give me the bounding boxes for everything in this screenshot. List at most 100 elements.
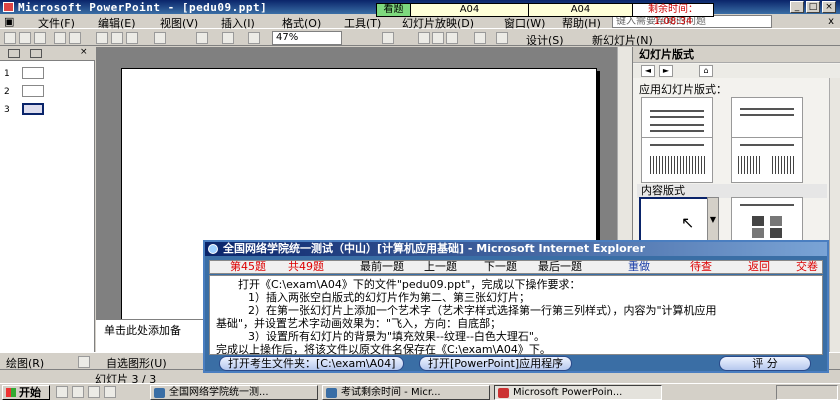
cut-icon[interactable]	[96, 32, 108, 44]
document-close-icon[interactable]: x	[828, 16, 834, 27]
maximize-button[interactable]: □	[806, 1, 820, 13]
panel-tabs: ×	[0, 47, 95, 61]
layout-blank-selected[interactable]: ↖	[639, 197, 711, 243]
menu-tools[interactable]: 工具(T)	[344, 15, 381, 31]
permission-icon[interactable]	[54, 32, 66, 44]
start-label: 开始	[19, 386, 41, 399]
window-controls: _ □ ×	[790, 1, 836, 13]
save-icon[interactable]	[34, 32, 46, 44]
windows-taskbar: 开始 全国网络学院统一测... 考试剩余时间 - Micr... Microso…	[0, 383, 840, 400]
menu-help[interactable]: 帮助(H)	[562, 15, 601, 31]
quicklaunch-icon[interactable]	[72, 386, 84, 398]
section-label-applied: 应用幻灯片版式：	[639, 83, 727, 96]
question-line: 2）在第一张幻灯片上添加一个艺术字（艺术字样式选择第一行第三列样式），内容为"计…	[248, 304, 717, 317]
task-pane-nav: ◄ ► ⌂	[633, 64, 840, 78]
home-icon[interactable]: ⌂	[699, 65, 713, 77]
insert-table-icon[interactable]	[222, 32, 234, 44]
slide-number: 3	[4, 105, 10, 115]
slides-tab[interactable]	[30, 49, 42, 58]
standard-toolbar: 47% 设计(S) 新幻灯片(N)	[0, 30, 840, 48]
undo-icon[interactable]	[154, 32, 166, 44]
question-text-area: 打开《C:\exam\A04》下的文件"pedu09.ppt"，完成以下操作要求…	[209, 275, 823, 356]
total-questions: 共49题	[288, 260, 324, 273]
columns-icon[interactable]	[248, 32, 260, 44]
section-label-content: 内容版式	[637, 184, 827, 198]
menu-window[interactable]: 窗口(W)	[504, 15, 545, 31]
italic-icon[interactable]	[432, 32, 444, 44]
layout-title-two-columns[interactable]	[731, 137, 803, 183]
mouse-cursor-icon: ↖	[681, 213, 695, 232]
zoom-select[interactable]: 47%	[272, 31, 342, 45]
new-slide-button[interactable]: 新幻灯片(N)	[592, 32, 653, 48]
font-size-icon[interactable]	[496, 32, 508, 44]
paste-icon[interactable]	[126, 32, 138, 44]
new-icon[interactable]	[4, 32, 16, 44]
start-button[interactable]: 开始	[2, 385, 50, 400]
next-question-button[interactable]: 下一题	[484, 261, 517, 273]
task-label: 考试剩余时间 - Micr...	[341, 387, 441, 398]
bold-icon[interactable]	[418, 32, 430, 44]
taskbar-item-exam[interactable]: 全国网络学院统一测...	[150, 385, 318, 400]
last-question-button[interactable]: 最后一题	[538, 261, 582, 273]
back-icon[interactable]: ◄	[641, 65, 655, 77]
menu-format[interactable]: 格式(O)	[282, 15, 321, 31]
select-pointer-icon[interactable]	[78, 356, 90, 368]
forward-icon[interactable]: ►	[659, 65, 673, 77]
open-powerpoint-button[interactable]: 打开[PowerPoint]应用程序	[419, 356, 573, 371]
slide-thumb-image	[22, 103, 44, 115]
open-exam-folder-button[interactable]: 打开考生文件夹：[C:\exam\A04]	[219, 356, 405, 371]
submit-button[interactable]: 交卷	[796, 261, 818, 273]
slide-number: 2	[4, 87, 10, 97]
menu-file[interactable]: 文件(F)	[38, 15, 75, 31]
task-label: 全国网络学院统一测...	[169, 387, 269, 398]
open-icon[interactable]	[19, 32, 31, 44]
question-line: 基础"，并设置艺术字动画效果为："飞入，方向：自底部；	[216, 317, 502, 330]
task-pane-scrollbar[interactable]	[829, 78, 840, 352]
slide-number: 1	[4, 69, 10, 79]
notes-placeholder: 单击此处添加备	[104, 324, 181, 337]
exam-window-titlebar: 全国网络学院统一测试（中山）[计算机应用基础] - Microsoft Inte…	[205, 242, 827, 256]
menu-edit[interactable]: 编辑(E)	[98, 15, 136, 31]
taskbar-item-timer[interactable]: 考试剩余时间 - Micr...	[322, 385, 490, 400]
menu-slideshow[interactable]: 幻灯片放映(D)	[402, 15, 474, 31]
layout-dropdown-icon[interactable]: ▼	[707, 197, 719, 243]
taskbar-item-powerpoint[interactable]: Microsoft PowerPoin...	[494, 385, 662, 400]
copy-icon[interactable]	[111, 32, 123, 44]
menu-view[interactable]: 视图(V)	[160, 15, 198, 31]
prev-question-button[interactable]: 上一题	[424, 261, 457, 273]
exam-timer-strip: 看题 A04 A04 剩余时间：1:08:34	[376, 3, 714, 27]
minimize-button[interactable]: _	[790, 1, 804, 13]
first-question-button[interactable]: 最前一题	[360, 261, 404, 273]
grade-button[interactable]: 评 分	[719, 356, 811, 371]
quicklaunch-icon[interactable]	[104, 386, 116, 398]
return-button[interactable]: 返回	[748, 261, 770, 273]
question-line: 1）插入两张空白版式的幻灯片作为第二、第三张幻灯片；	[248, 291, 530, 304]
redo-button[interactable]: 重做	[628, 261, 650, 273]
exam-browser-window: 全国网络学院统一测试（中山）[计算机应用基础] - Microsoft Inte…	[203, 240, 829, 373]
close-button[interactable]: ×	[822, 1, 836, 13]
view-question-tab[interactable]: 看题	[377, 4, 411, 16]
ie-icon	[208, 244, 218, 254]
layout-title-text[interactable]	[641, 137, 713, 183]
review-button[interactable]: 待查	[690, 261, 712, 273]
remaining-time: 剩余时间：1:08:34	[633, 4, 713, 27]
question-navigation-bar: 第45题 共49题 最前一题 上一题 下一题 最后一题 重做 待查 返回 交卷	[209, 260, 823, 274]
insert-chart-icon[interactable]	[196, 32, 208, 44]
quicklaunch-icon[interactable]	[56, 386, 68, 398]
design-button[interactable]: 设计(S)	[526, 32, 564, 48]
task-pane-title: 幻灯片版式	[633, 47, 840, 63]
outline-tab[interactable]	[8, 49, 20, 58]
print-icon[interactable]	[69, 32, 81, 44]
align-icon[interactable]	[474, 32, 486, 44]
question-line: 完成以上操作后，将该文件以原文件名保存在《C:\exam\A04》下。	[216, 343, 551, 356]
question-line: 3）设置所有幻灯片的背景为"填充效果--纹理--白色大理石"。	[248, 330, 545, 343]
current-question: 第45题	[230, 260, 266, 273]
menu-insert[interactable]: 插入(I)	[221, 15, 255, 31]
exam-window-title: 全国网络学院统一测试（中山）[计算机应用基础] - Microsoft Inte…	[223, 242, 646, 255]
panel-close-icon[interactable]: ×	[80, 47, 92, 57]
underline-icon[interactable]	[446, 32, 458, 44]
help-icon[interactable]	[382, 32, 394, 44]
layout-content[interactable]	[731, 197, 803, 243]
quicklaunch-icon[interactable]	[88, 386, 100, 398]
task-label: Microsoft PowerPoin...	[513, 387, 623, 398]
